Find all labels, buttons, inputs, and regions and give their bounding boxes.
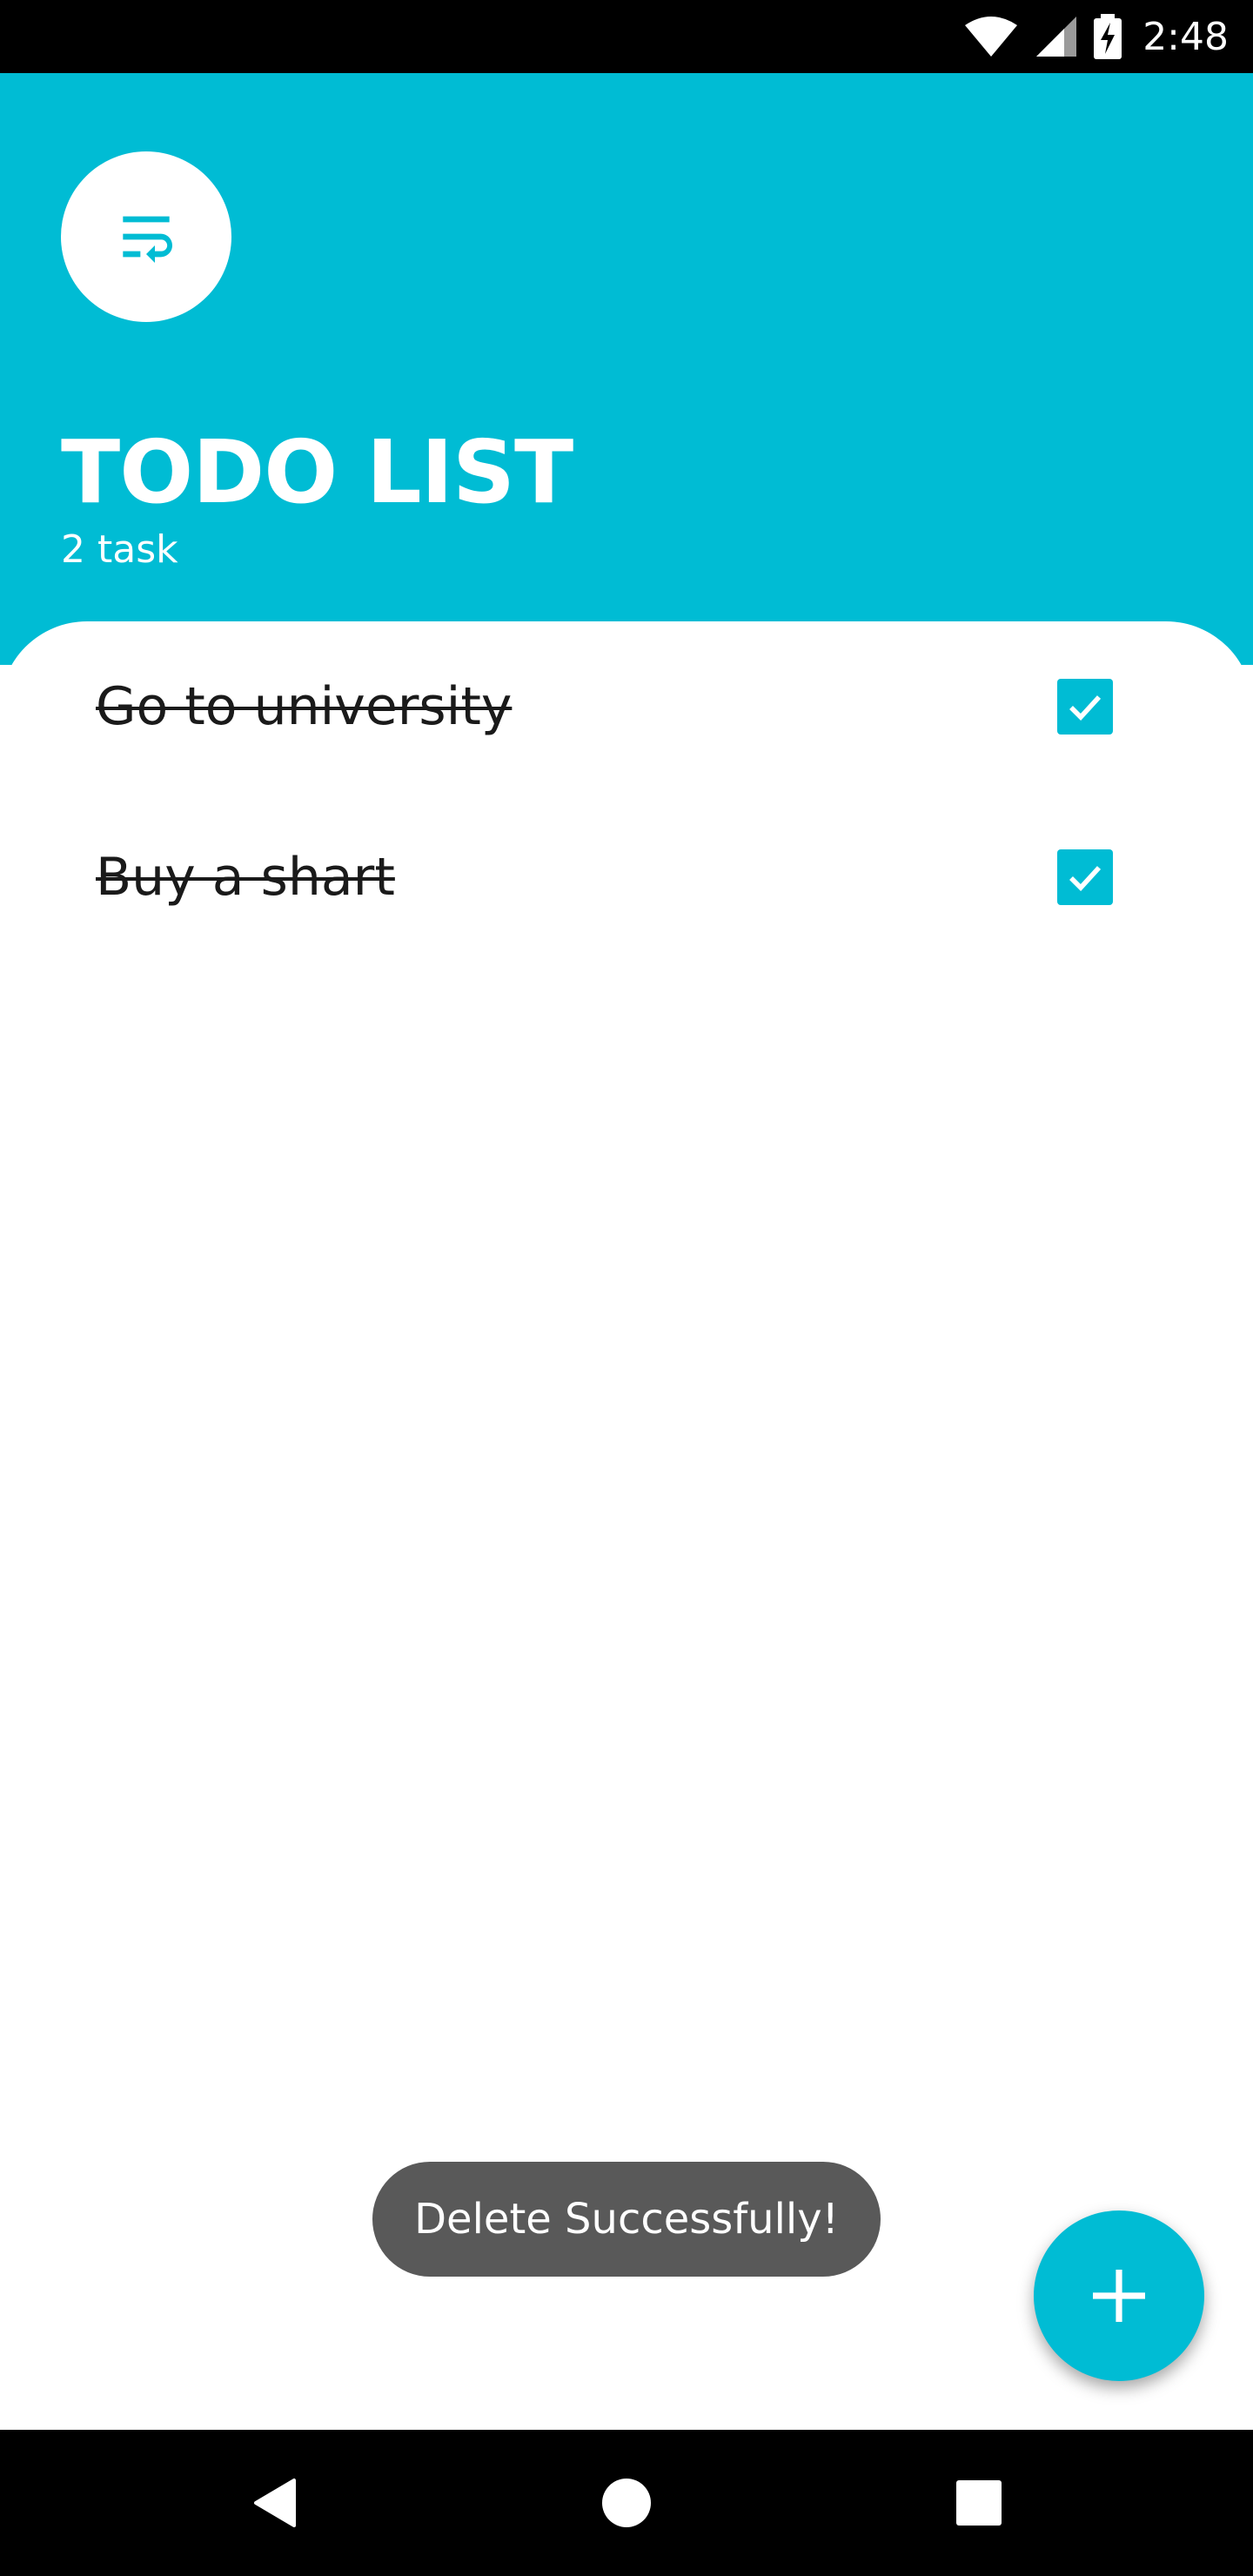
page-title: TODO LIST xyxy=(61,421,573,523)
task-label: Buy a shart xyxy=(96,847,395,908)
task-label: Go to university xyxy=(96,676,513,737)
checkmark-icon xyxy=(1069,866,1102,892)
battery-charging-icon xyxy=(1094,14,1122,59)
task-item[interactable]: Buy a shart xyxy=(0,792,1253,963)
toast-message: Delete Successfully! xyxy=(372,2162,881,2277)
task-checkbox[interactable] xyxy=(1057,849,1113,905)
status-icons: 2:48 xyxy=(963,0,1229,73)
navigation-bar xyxy=(0,2430,1253,2576)
app-logo xyxy=(61,151,231,322)
home-icon xyxy=(602,2479,651,2527)
recents-icon xyxy=(956,2480,1002,2526)
status-time: 2:48 xyxy=(1142,14,1229,59)
checkmark-icon xyxy=(1069,695,1102,721)
recents-button[interactable] xyxy=(927,2430,1031,2576)
back-button[interactable] xyxy=(223,2430,327,2576)
wrap-text-icon xyxy=(123,216,172,263)
task-count: 2 task xyxy=(61,527,178,572)
plus-icon xyxy=(1093,2270,1145,2322)
back-icon xyxy=(254,2479,296,2527)
home-button[interactable] xyxy=(574,2430,679,2576)
task-checkbox[interactable] xyxy=(1057,679,1113,735)
task-item[interactable]: Go to university xyxy=(0,621,1253,792)
wifi-icon xyxy=(965,17,1018,57)
status-bar: 2:48 xyxy=(0,0,1253,73)
add-task-button[interactable] xyxy=(1034,2210,1204,2381)
cellular-signal-icon xyxy=(1036,17,1077,57)
